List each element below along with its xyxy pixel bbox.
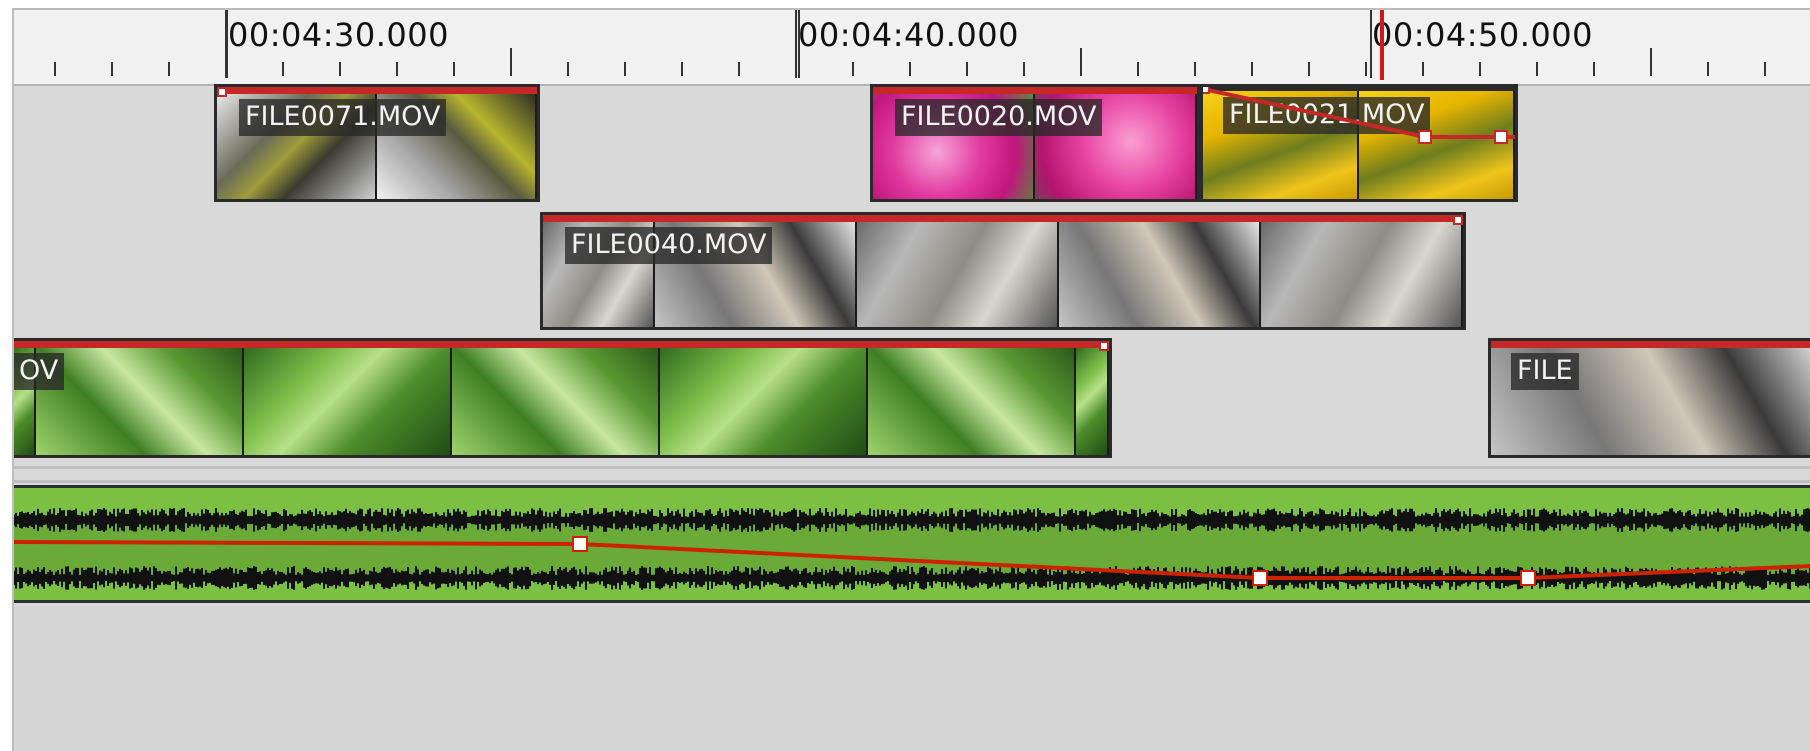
ruler-tick xyxy=(1479,62,1481,76)
thumbnail xyxy=(1076,348,1109,455)
opacity-keyframe-curve[interactable] xyxy=(1203,87,1518,147)
ruler-tick xyxy=(1023,62,1025,76)
track-separator xyxy=(14,480,1810,483)
ruler-tick xyxy=(1251,62,1253,76)
keyframe-handle-icon[interactable] xyxy=(1494,130,1508,144)
ruler-tick xyxy=(1194,62,1196,76)
clip-file0021[interactable]: FILE0021.MOV xyxy=(1200,84,1518,202)
track-separator xyxy=(14,466,1810,469)
clip-label: FILE0071.MOV xyxy=(239,99,447,136)
keyframe-handle-icon[interactable] xyxy=(1520,570,1536,586)
ruler-tick xyxy=(1593,62,1595,76)
keyframe-handle-icon[interactable] xyxy=(572,536,588,552)
audio-track[interactable] xyxy=(14,485,1810,603)
ruler-tick xyxy=(966,62,968,76)
clip-thumbnails xyxy=(14,348,1109,455)
keyframe-handle-icon[interactable] xyxy=(1418,130,1432,144)
ruler-tick xyxy=(1308,62,1310,76)
clip-opacity-bar xyxy=(873,87,1197,94)
thumbnail xyxy=(1261,222,1463,327)
ruler-tick xyxy=(111,62,113,76)
thumbnail xyxy=(867,348,1077,455)
keyframe-handle-icon[interactable] xyxy=(1252,570,1268,586)
clip-opacity-bar xyxy=(543,215,1463,222)
ruler-tick xyxy=(1536,62,1538,76)
ruler-tick xyxy=(1764,62,1766,76)
thumbnail xyxy=(451,348,660,455)
clip-label: FILE0020.MOV xyxy=(895,99,1103,136)
ruler-tick xyxy=(852,62,854,76)
clip-opacity-bar xyxy=(1491,341,1810,348)
ruler-tick xyxy=(1137,62,1139,76)
ruler-tick xyxy=(1365,62,1367,76)
ruler-label-0450: 00:04:50.000 xyxy=(1372,16,1593,54)
volume-keyframe-curve[interactable] xyxy=(14,488,1810,600)
ruler-tick xyxy=(738,62,740,76)
timeline-panel[interactable]: 00:04:30.000 00:04:40.000 00:04:50.000 F… xyxy=(12,8,1810,751)
ruler-tick xyxy=(282,62,284,76)
ruler-tick xyxy=(510,48,512,76)
time-ruler[interactable]: 00:04:30.000 00:04:40.000 00:04:50.000 xyxy=(14,10,1810,86)
thumbnail xyxy=(35,348,244,455)
ruler-label-0440: 00:04:40.000 xyxy=(798,16,1019,54)
clip-opacity-bar xyxy=(217,87,537,94)
ruler-tick xyxy=(54,62,56,76)
clip-file0020[interactable]: FILE0020.MOV xyxy=(870,84,1200,202)
ruler-tick xyxy=(1080,48,1082,76)
thumbnail xyxy=(243,348,452,455)
clip-leaf[interactable]: OV xyxy=(14,338,1112,458)
ruler-tick xyxy=(681,62,683,76)
ruler-tick xyxy=(453,62,455,76)
playhead-marker[interactable] xyxy=(1380,10,1384,80)
ruler-tick xyxy=(1422,62,1424,76)
ruler-tick xyxy=(1707,62,1709,76)
ruler-tick xyxy=(624,62,626,76)
ruler-tick xyxy=(339,62,341,76)
thumbnail xyxy=(1059,222,1261,327)
thumbnail xyxy=(659,348,868,455)
clip-label: FILE xyxy=(1511,353,1579,390)
empty-track-area[interactable] xyxy=(14,606,1810,751)
clip-file0071[interactable]: FILE0071.MOV xyxy=(214,84,540,202)
ruler-tick xyxy=(795,10,797,78)
ruler-tick xyxy=(168,62,170,76)
clip-opacity-bar xyxy=(14,341,1109,348)
clip-label: FILE0040.MOV xyxy=(565,227,773,264)
ruler-tick xyxy=(909,62,911,76)
clip-file0040[interactable]: FILE0040.MOV xyxy=(540,212,1466,330)
thumbnail xyxy=(857,222,1059,327)
ruler-tick xyxy=(1650,48,1652,76)
keyframe-handle-icon[interactable] xyxy=(1099,341,1109,351)
ruler-tick xyxy=(396,62,398,76)
keyframe-handle-icon[interactable] xyxy=(1203,87,1210,94)
ruler-label-0430: 00:04:30.000 xyxy=(228,16,449,54)
clip-edge[interactable]: FILE xyxy=(1488,338,1810,458)
clip-label: OV xyxy=(14,353,65,390)
ruler-tick xyxy=(567,62,569,76)
keyframe-handle-icon[interactable] xyxy=(1453,215,1463,225)
keyframe-handle-icon[interactable] xyxy=(217,87,227,97)
